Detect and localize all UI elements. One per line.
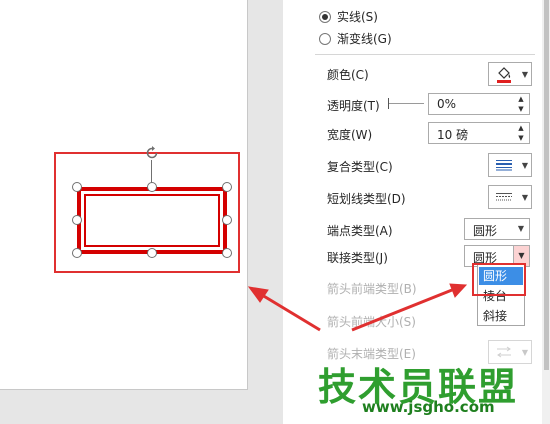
chevron-down-icon: ▼ xyxy=(521,69,529,79)
cap-type-select[interactable]: 圆形 ▼ xyxy=(464,218,530,240)
gradient-line-radio[interactable] xyxy=(319,32,331,45)
width-input[interactable]: 10 磅 ▲ ▼ xyxy=(428,122,530,144)
width-value: 10 磅 xyxy=(437,128,469,142)
resize-handle-top-left[interactable] xyxy=(72,182,82,192)
width-label: 宽度(W) xyxy=(327,128,373,142)
join-type-label: 联接类型(J) xyxy=(327,251,388,265)
resize-handle-right[interactable] xyxy=(222,215,232,225)
chevron-down-icon: ▼ xyxy=(517,224,525,233)
pane-scrollbar-thumb[interactable] xyxy=(544,0,549,370)
increment-arrow-icon[interactable]: ▲ xyxy=(515,123,527,133)
solid-line-radio[interactable] xyxy=(319,10,331,23)
decrement-arrow-icon[interactable]: ▼ xyxy=(515,104,527,114)
resize-handle-left[interactable] xyxy=(72,215,82,225)
resize-handle-bottom[interactable] xyxy=(147,248,157,258)
cap-type-label: 端点类型(A) xyxy=(327,224,393,238)
gradient-line-radio-row[interactable]: 渐变线(G) xyxy=(319,30,392,47)
transparency-slider[interactable] xyxy=(388,98,424,109)
compound-type-label: 复合类型(C) xyxy=(327,160,393,174)
dash-type-label: 短划线类型(D) xyxy=(327,192,406,206)
compound-type-button[interactable]: ▼ xyxy=(488,153,532,177)
solid-line-radio-row[interactable]: 实线(S) xyxy=(319,8,378,25)
arrow-begin-type-label: 箭头前端类型(B) xyxy=(327,282,417,296)
rotate-handle-icon[interactable] xyxy=(144,145,160,161)
solid-line-label: 实线(S) xyxy=(337,10,378,24)
chevron-down-icon: ▼ xyxy=(521,160,529,170)
selected-rectangle-shape[interactable] xyxy=(77,187,227,254)
chevron-down-icon: ▼ xyxy=(521,347,529,357)
cap-type-value: 圆形 xyxy=(473,224,498,238)
resize-handle-top-right[interactable] xyxy=(222,182,232,192)
transparency-value: 0% xyxy=(437,97,457,111)
paint-bucket-icon xyxy=(489,63,519,85)
join-option-miter[interactable]: 斜接 xyxy=(479,307,523,325)
transparency-label: 透明度(T) xyxy=(327,99,380,113)
color-label: 颜色(C) xyxy=(327,68,369,82)
decrement-arrow-icon[interactable]: ▼ xyxy=(515,133,527,143)
arrow-begin-size-label: 箭头前端大小(S) xyxy=(327,315,416,329)
increment-arrow-icon[interactable]: ▲ xyxy=(515,94,527,104)
divider xyxy=(315,54,535,55)
watermark-url: www.jsgho.com xyxy=(362,398,495,416)
dash-type-button[interactable]: ▼ xyxy=(488,185,532,209)
resize-handle-bottom-left[interactable] xyxy=(72,248,82,258)
transparency-input[interactable]: 0% ▲ ▼ xyxy=(428,93,530,115)
compound-lines-icon xyxy=(489,154,519,176)
resize-handle-top[interactable] xyxy=(147,182,157,192)
gradient-line-label: 渐变线(G) xyxy=(337,32,392,46)
dash-lines-icon xyxy=(489,186,519,208)
color-picker-button[interactable]: ▼ xyxy=(488,62,532,86)
chevron-down-icon: ▼ xyxy=(521,192,529,202)
menu-highlight-box xyxy=(472,263,526,296)
resize-handle-bottom-right[interactable] xyxy=(222,248,232,258)
